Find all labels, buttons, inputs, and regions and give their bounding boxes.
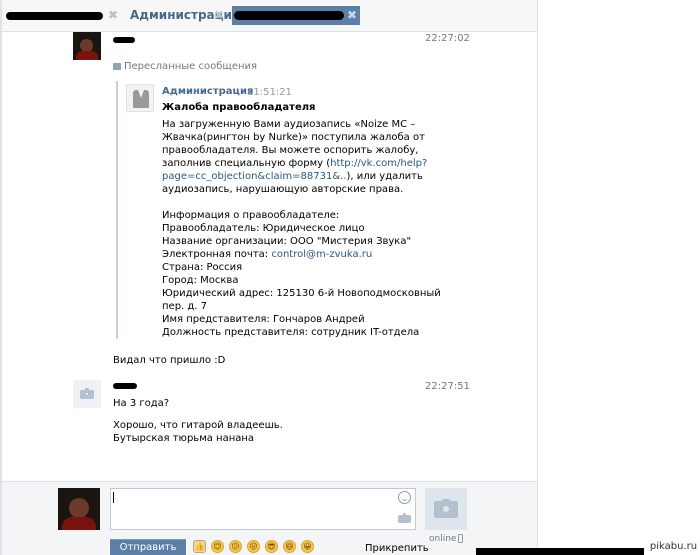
my-avatar[interactable]	[58, 488, 100, 530]
message-text: Хорошо, что гитарой владеешь.	[113, 420, 283, 431]
bottom-right-bar	[476, 548, 644, 555]
message-text: На 3 года?	[113, 398, 170, 409]
info-line: Должность представителя: сотрудник IT-от…	[162, 327, 420, 338]
attach-button[interactable]: Прикрепить	[365, 543, 429, 554]
message-input[interactable]	[110, 488, 416, 530]
quote-line: правообладателя. Вы можете оспорить жало…	[162, 145, 419, 156]
help-link-continued[interactable]: page=cc_objection&claim=88731&..	[162, 171, 346, 182]
tab-redacted-user[interactable]: ✖	[6, 6, 118, 25]
close-icon[interactable]: ✖	[108, 6, 118, 25]
quote-author[interactable]: Администрация	[162, 86, 253, 97]
help-link[interactable]: http://vk.com/help?	[330, 158, 427, 169]
quote-bar	[116, 81, 118, 339]
info-line: Правообладатель: Юридическое лицо	[162, 223, 365, 234]
info-line: Город: Москва	[162, 275, 239, 286]
message-text: Видал что пришло :D	[113, 355, 226, 366]
redacted-tab-name	[234, 11, 344, 20]
text-caret	[113, 492, 114, 503]
info-header: Информация о правообладателе:	[162, 210, 340, 221]
redacted-sender-name	[113, 383, 137, 389]
quote-time: 11:51:21	[247, 87, 292, 98]
info-line: Название организации: ООО "Мистерия Звук…	[162, 236, 412, 247]
avatar-shirt	[62, 517, 96, 530]
forward-icon	[113, 63, 121, 70]
smile-icon[interactable]	[398, 491, 411, 504]
admin-avatar[interactable]	[126, 84, 154, 112]
online-status: online	[429, 534, 457, 544]
info-text: Электронная почта:	[162, 249, 272, 260]
avatar-face	[69, 498, 89, 518]
sender-avatar[interactable]	[73, 380, 101, 408]
tab-active-dialog[interactable]: ✖	[232, 6, 360, 25]
camera-icon	[80, 388, 94, 399]
avatar-shirt	[76, 51, 98, 60]
quote-title: Жалоба правообладателя	[162, 102, 316, 113]
thumb-up-icon[interactable]: 👍	[193, 540, 206, 553]
content-right-border	[537, 0, 538, 555]
page-left-border	[0, 0, 2, 555]
quote-line: Жвачка(рингтон by Nurke)» поступила жало…	[162, 132, 425, 143]
message-time: 22:27:51	[425, 381, 470, 392]
email-link[interactable]: control@m-zvuka.ru	[271, 249, 372, 260]
quote-text: ), или удалить	[346, 171, 423, 182]
info-line: Электронная почта: control@m-zvuka.ru	[162, 249, 372, 260]
cool-emoji-icon[interactable]: 😎	[265, 540, 278, 553]
sender-avatar[interactable]	[73, 32, 101, 60]
quote-line: На загруженную Вами аудиозапись «Noize M…	[162, 119, 416, 130]
quote-text: заполнив специальную форму (	[162, 158, 331, 169]
message-time: 22:27:02	[425, 33, 470, 44]
message-text: Бутырская тюрьма нанана	[113, 433, 255, 444]
grin-emoji-icon[interactable]: 😀	[301, 540, 314, 553]
mobile-icon	[458, 534, 463, 543]
watermark: pikabu.ru	[647, 538, 700, 555]
camera-icon[interactable]	[398, 513, 411, 523]
quote-line: аудиозапись, нарушающую авторские права.	[162, 184, 404, 195]
close-icon[interactable]: ✖	[347, 6, 357, 25]
quote-line: заполнив специальную форму (http://vk.co…	[162, 158, 427, 169]
redacted-sender-name	[113, 37, 135, 43]
info-line: Юридический адрес: 125130 6-й Новоподмос…	[162, 288, 441, 299]
quote-line: page=cc_objection&claim=88731&..), или у…	[162, 171, 423, 182]
forwarded-messages-label: Пересланные сообщения	[124, 61, 258, 72]
dialog-tabs: ✖ Администрация ✖ ✖	[2, 0, 537, 32]
tongue-emoji-icon[interactable]: 😛	[247, 540, 260, 553]
confused-emoji-icon[interactable]: 😕	[229, 540, 242, 553]
info-line: Страна: Россия	[162, 262, 243, 273]
photo-attach-button[interactable]	[425, 488, 467, 530]
smile-emoji-icon[interactable]: 😊	[211, 540, 224, 553]
camera-icon	[434, 499, 458, 518]
redacted-tab-name	[6, 12, 103, 20]
close-icon[interactable]: ✖	[214, 6, 224, 25]
tab-administration[interactable]: Администрация ✖	[126, 6, 240, 25]
info-line: Имя представителя: Гончаров Андрей	[162, 314, 365, 325]
laugh-emoji-icon[interactable]: 😄	[283, 540, 296, 553]
info-line: пер. д. 7	[162, 301, 208, 312]
send-button[interactable]: Отправить	[110, 539, 186, 555]
